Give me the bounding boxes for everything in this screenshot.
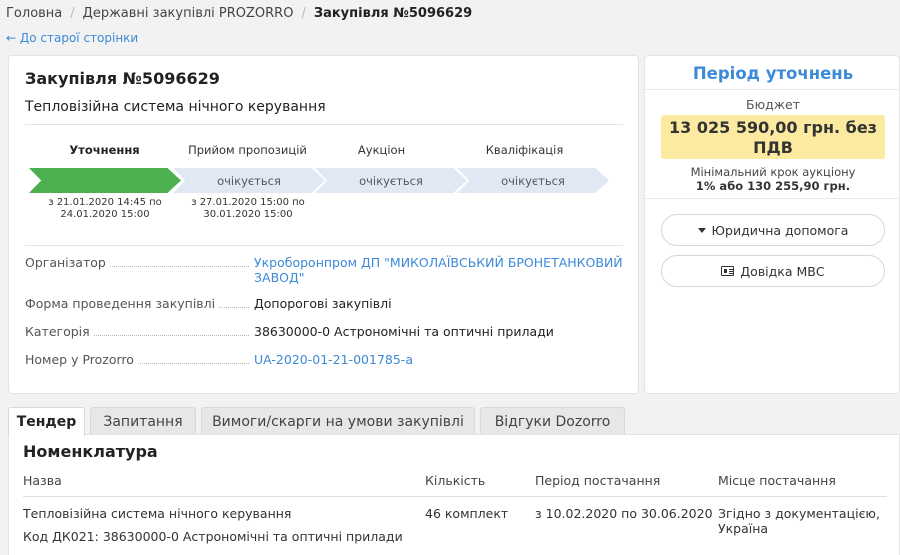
breadcrumb-separator: /	[70, 6, 75, 21]
column-header-period: Період постачання	[535, 473, 661, 488]
back-to-old-page-link[interactable]: ← До старої сторінки	[6, 31, 138, 45]
table-divider	[23, 496, 887, 497]
tab-questions[interactable]: Запитання	[90, 407, 196, 435]
mvs-reference-label: Довідка МВС	[740, 263, 825, 279]
divider	[25, 245, 623, 246]
id-card-icon	[721, 266, 735, 276]
budget-panel: Період уточнень Бюджет 13 025 590,00 грн…	[644, 55, 900, 394]
category-value: 38630000-0 Астрономічні та оптичні прила…	[254, 324, 554, 339]
item-code: Код ДК021: 38630000-0 Астрономічні та оп…	[23, 529, 403, 544]
column-header-name: Назва	[23, 473, 62, 488]
caret-down-icon	[697, 227, 706, 233]
breadcrumb-separator: /	[301, 6, 306, 21]
nomenclature-title: Номенклатура	[23, 442, 158, 461]
form-value: Допорогові закупівлі	[254, 296, 392, 311]
stage-bar-offers: очікується	[173, 168, 325, 193]
tender-title: Закупівля №5096629	[25, 69, 220, 88]
item-name: Тепловізійна система нічного керування	[23, 506, 292, 521]
category-label: Категорія	[25, 324, 253, 339]
stage-bar-clarification	[29, 168, 181, 193]
tab-dozorro-reviews[interactable]: Відгуки Dozorro	[480, 407, 625, 435]
min-step-label: Мінімальний крок аукціону	[690, 165, 856, 179]
stage-dates-clarification: з 21.01.2020 14:45 по 24.01.2020 15:00	[48, 197, 162, 220]
column-header-quantity: Кількість	[425, 473, 486, 488]
legal-help-label: Юридична допомога	[711, 222, 849, 238]
breadcrumb-prozorro[interactable]: Державні закупівлі PROZORRO	[83, 6, 294, 21]
divider	[645, 89, 900, 90]
item-quantity: 46 комплект	[425, 506, 509, 521]
tender-card: Закупівля №5096629 Тепловізійна система …	[8, 55, 639, 394]
breadcrumb: Головна / Державні закупівлі PROZORRO / …	[6, 6, 472, 21]
stage-label-qualification: Кваліфікація	[485, 143, 564, 157]
budget-value: 13 025 590,00 грн. без ПДВ	[661, 115, 885, 159]
tab-complaints[interactable]: Вимоги/скарги на умови закупівлі	[201, 407, 475, 435]
organizer-link[interactable]: Укроборонпром ДП "МИКОЛАЇВСЬКИЙ БРОНЕТАН…	[254, 255, 629, 285]
tab-tender[interactable]: Тендер	[8, 407, 85, 436]
legal-help-button[interactable]: Юридична допомога	[661, 214, 885, 246]
item-delivery-place: Згідно з документацією, Україна	[718, 506, 880, 536]
stage-label-auction: Аукціон	[357, 143, 406, 157]
breadcrumb-current: Закупівля №5096629	[313, 6, 473, 21]
period-title: Період уточнень	[692, 64, 854, 83]
item-delivery-period: з 10.02.2020 по 30.06.2020	[535, 506, 713, 521]
stage-bar-auction: очікується	[315, 168, 467, 193]
form-label: Форма проведення закупівлі	[25, 296, 253, 311]
stage-label-offers: Прийом пропозицій	[188, 143, 307, 157]
divider	[645, 198, 900, 199]
budget-label: Бюджет	[746, 97, 800, 112]
breadcrumb-home[interactable]: Головна	[6, 6, 62, 21]
prozorro-id-label: Номер у Prozorro	[25, 352, 253, 367]
prozorro-id-link[interactable]: UA-2020-01-21-001785-a	[254, 352, 629, 367]
nomenclature-panel: Номенклатура Назва Кількість Період пост…	[8, 434, 900, 555]
divider	[25, 124, 623, 125]
min-step-value: 1% або 130 255,90 грн.	[695, 179, 851, 193]
stage-bar-qualification: очікується	[457, 168, 609, 193]
organizer-label: Організатор	[25, 255, 253, 270]
stage-dates-offers: з 27.01.2020 15:00 по 30.01.2020 15:00	[191, 197, 305, 220]
stage-label-clarification: Уточнення	[69, 143, 140, 157]
column-header-place: Місце постачання	[718, 473, 836, 488]
tender-subject: Тепловізійна система нічного керування	[25, 99, 326, 115]
mvs-reference-button[interactable]: Довідка МВС	[661, 255, 885, 287]
